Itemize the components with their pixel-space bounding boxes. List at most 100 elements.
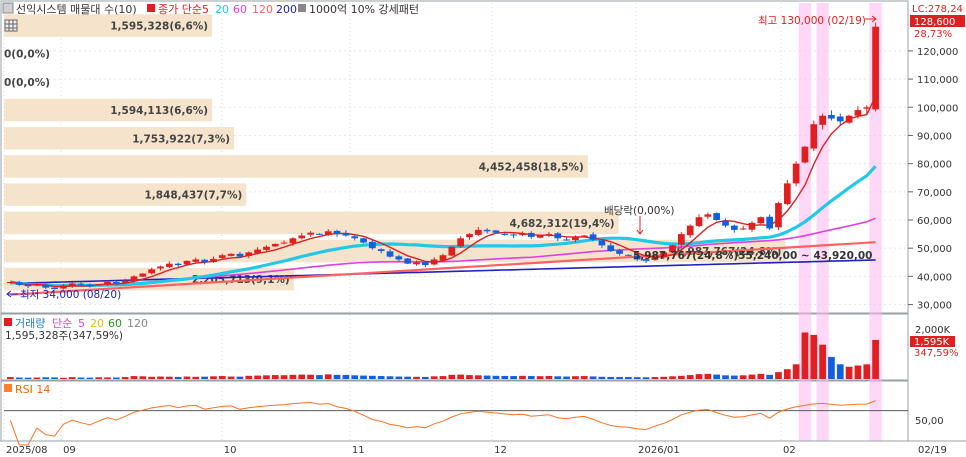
pattern-label: 1000억 10% 강세패턴 <box>309 3 419 16</box>
candle-body <box>192 259 200 262</box>
candle-body <box>563 239 570 241</box>
volume-bar <box>316 375 323 379</box>
volume-bar <box>625 377 632 379</box>
volume-bar <box>333 374 341 379</box>
candle-body <box>686 225 694 236</box>
ma-legend-swatch <box>147 4 155 12</box>
volume-bar <box>836 364 844 379</box>
volume-bar <box>554 376 562 379</box>
x-tick-label: 09 <box>63 445 76 456</box>
candle-body <box>722 220 729 226</box>
volume-bar <box>289 374 297 379</box>
ma-period-20: 20 <box>215 3 229 16</box>
ma-period-200: 200 <box>276 3 297 16</box>
candle-body <box>554 233 562 239</box>
volume-bar <box>580 376 588 379</box>
ma-period-5: 5 <box>202 3 209 16</box>
candle-body <box>227 253 235 256</box>
candle-body <box>457 238 465 247</box>
volume-bar <box>863 364 871 379</box>
volume-bar <box>298 374 306 379</box>
volume-bar <box>466 375 473 379</box>
volume-bar <box>307 374 314 379</box>
candle-body <box>607 245 615 251</box>
range-label: 5,987,767(24,8%)55,240,00 ~ 43,920,00 <box>633 250 873 262</box>
volume-profile-label: 1,753,922(7,3%) <box>132 133 230 145</box>
candle-body <box>713 213 721 220</box>
candle-body <box>801 146 809 163</box>
volume-bar <box>174 376 182 379</box>
volume-bar <box>130 376 138 379</box>
candle-body <box>536 235 544 238</box>
candle-body <box>492 230 500 233</box>
volume-profile-label: 1,595,328(6,6%) <box>110 21 208 33</box>
volume-bar <box>783 369 791 379</box>
volume-bar <box>439 376 447 379</box>
candle-body <box>86 284 94 287</box>
candle-body <box>430 259 438 265</box>
x-tick-label: 2025/08 <box>6 445 48 456</box>
volume-bar <box>157 376 164 379</box>
volume-bar <box>386 376 394 379</box>
volume-bar <box>669 376 676 379</box>
y-tick-label: 110,000 <box>917 75 958 86</box>
candle-body <box>360 238 367 243</box>
candle-body <box>775 203 782 228</box>
candle-body <box>757 217 765 224</box>
candle-body <box>828 115 835 119</box>
volume-bar <box>872 339 879 379</box>
candle-body <box>316 233 323 235</box>
chart-canvas[interactable]: 1,595,328(6,6%) 0(0,0%) 0(0,0%) 1,594,113(6… <box>0 0 966 457</box>
volume-bar <box>254 375 261 379</box>
y-tick-label: 50,000 <box>917 244 952 255</box>
volume-bar <box>766 374 774 379</box>
volume-bar <box>430 376 438 379</box>
collapse-icon[interactable] <box>2 2 14 14</box>
ma-period-120: 120 <box>252 3 273 16</box>
candle-body <box>139 273 147 277</box>
candle-body <box>298 235 306 239</box>
y-tick-label: 90,000 <box>917 131 952 142</box>
candle-body <box>165 263 173 268</box>
volume-bar <box>792 364 800 379</box>
candle-body <box>792 163 800 184</box>
candle-body <box>148 269 156 274</box>
volume-bar <box>280 375 288 379</box>
volume-ma-5: 5 <box>78 317 85 330</box>
volume-y-tick: 2,000K <box>915 325 951 336</box>
volume-bar <box>819 344 826 379</box>
candle-body <box>695 217 703 227</box>
candle-body <box>589 234 597 240</box>
candle-body <box>68 283 76 287</box>
volume-bar <box>201 376 208 379</box>
low-label: 최저 34,000 (08/20) <box>20 289 121 301</box>
volume-bar <box>722 375 729 379</box>
y-tick-label: 60,000 <box>917 216 952 227</box>
candle-body <box>33 284 41 286</box>
volume-bar <box>457 374 465 379</box>
candle-body <box>112 282 120 284</box>
volume-bar <box>351 375 359 379</box>
lc-label: LC:278,24 <box>912 4 963 15</box>
volume-ma-20: 20 <box>90 317 104 330</box>
volume-bar <box>695 374 703 379</box>
volume-bar <box>474 375 482 379</box>
candle-body <box>201 259 208 263</box>
x-tick-label: 12 <box>494 445 507 456</box>
rsi-y-tick: 50,00 <box>915 416 944 427</box>
candle-body <box>245 252 253 256</box>
current-price: 128,600 <box>914 17 955 28</box>
volume-profile-label: 1,848,437(7,7%) <box>144 190 242 202</box>
volume-bar <box>421 376 429 379</box>
candle-body <box>510 234 517 236</box>
candle-body <box>439 255 447 261</box>
candle-body <box>130 276 138 282</box>
candle-body <box>104 282 111 285</box>
volume-bar <box>218 376 226 379</box>
candle-body <box>572 236 579 241</box>
high-label: 최고 130,000 (02/19) <box>758 15 866 27</box>
candle-body <box>863 107 871 109</box>
volume-bar <box>377 376 385 379</box>
grid-icon[interactable] <box>4 19 18 32</box>
volume-bar <box>342 374 350 379</box>
